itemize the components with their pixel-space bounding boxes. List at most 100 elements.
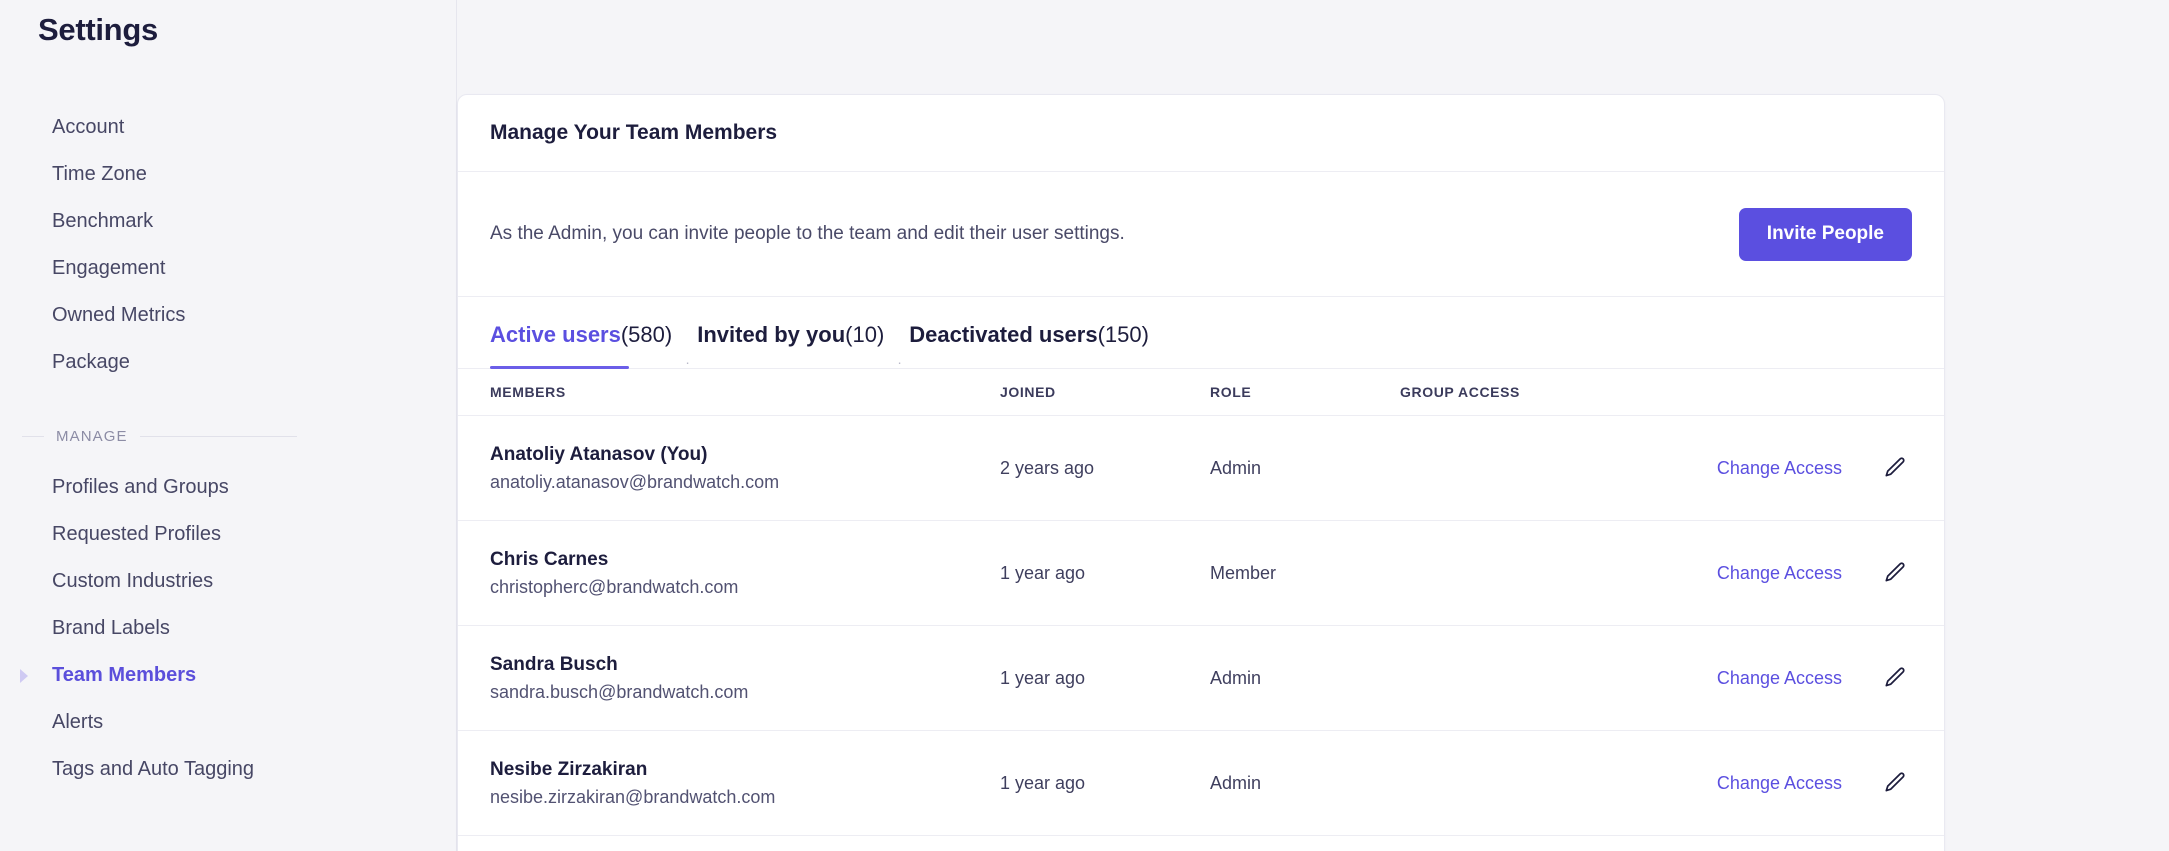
pencil-icon[interactable] bbox=[1878, 661, 1912, 695]
member-cell: Chris Carnes christopherc@brandwatch.com bbox=[490, 546, 1000, 600]
invite-people-button[interactable]: Invite People bbox=[1738, 207, 1912, 261]
joined-cell: 1 year ago bbox=[1000, 772, 1086, 793]
sidebar-section-label: MANAGE bbox=[56, 427, 128, 445]
role-cell: Member bbox=[1210, 562, 1277, 583]
tab-separator: · bbox=[685, 354, 690, 370]
change-access-link[interactable]: Change Access bbox=[1717, 668, 1842, 688]
section-rule-left bbox=[22, 435, 44, 437]
sidebar-item-team-members[interactable]: Team Members bbox=[0, 652, 457, 699]
change-access-link[interactable]: Change Access bbox=[1717, 773, 1842, 793]
tab-label: Invited by you bbox=[697, 322, 846, 347]
table-row: Nesibe Zirzakiran nesibe.zirzakiran@bran… bbox=[458, 731, 1944, 836]
sidebar-item-label: Brand Labels bbox=[52, 617, 170, 639]
member-name: Chris Carnes bbox=[490, 549, 609, 571]
tab-count: (10) bbox=[845, 322, 885, 347]
sidebar-item-benchmark[interactable]: Benchmark bbox=[0, 198, 457, 245]
tab-label: Active users bbox=[490, 322, 621, 347]
role-cell: Admin bbox=[1210, 772, 1262, 793]
column-header-role: ROLE bbox=[1210, 384, 1252, 400]
team-members-card: Manage Your Team Members As the Admin, y… bbox=[457, 94, 1945, 851]
page-title: Settings bbox=[38, 12, 158, 47]
change-access-cell: Change Access bbox=[1662, 563, 1842, 584]
tab-count: (150) bbox=[1097, 322, 1149, 347]
member-email: nesibe.zirzakiran@brandwatch.com bbox=[490, 786, 776, 807]
sidebar-item-owned-metrics[interactable]: Owned Metrics bbox=[0, 292, 457, 339]
sidebar-item-label: Tags and Auto Tagging bbox=[52, 758, 255, 780]
sidebar-item-profiles-and-groups[interactable]: Profiles and Groups bbox=[0, 464, 457, 511]
change-access-cell: Change Access bbox=[1662, 668, 1842, 689]
sidebar-section-manage: MANAGE bbox=[0, 412, 457, 460]
member-name: Anatoliy Atanasov (You) bbox=[490, 444, 708, 466]
intro-description: As the Admin, you can invite people to t… bbox=[490, 223, 1125, 244]
member-email: sandra.busch@brandwatch.com bbox=[490, 681, 749, 702]
sidebar-item-alerts[interactable]: Alerts bbox=[0, 699, 457, 746]
card-intro-row: As the Admin, you can invite people to t… bbox=[458, 172, 1944, 297]
pencil-icon[interactable] bbox=[1878, 451, 1912, 485]
settings-page: Settings Account Time Zone Benchmark Eng… bbox=[0, 0, 2169, 851]
sidebar-item-label: Owned Metrics bbox=[52, 304, 186, 326]
column-header-members: MEMBERS bbox=[490, 384, 566, 400]
joined-cell: 1 year ago bbox=[1000, 562, 1086, 583]
table-row: Chris Carnes christopherc@brandwatch.com… bbox=[458, 521, 1944, 626]
active-marker-icon bbox=[20, 668, 28, 683]
main-content: Manage Your Team Members As the Admin, y… bbox=[457, 0, 2169, 851]
pencil-icon[interactable] bbox=[1878, 556, 1912, 590]
role-cell: Admin bbox=[1210, 667, 1262, 688]
sidebar-item-label: Engagement bbox=[52, 257, 166, 279]
sidebar-item-engagement[interactable]: Engagement bbox=[0, 245, 457, 292]
members-table: MEMBERS JOINED ROLE GROUP ACCESS Anatoli… bbox=[458, 369, 1944, 836]
edit-cell bbox=[1842, 661, 1912, 696]
sidebar-item-custom-industries[interactable]: Custom Industries bbox=[0, 558, 457, 605]
member-email: anatoliy.atanasov@brandwatch.com bbox=[490, 471, 780, 492]
column-header-joined: JOINED bbox=[1000, 384, 1056, 400]
sidebar-item-brand-labels[interactable]: Brand Labels bbox=[0, 605, 457, 652]
member-cell: Nesibe Zirzakiran nesibe.zirzakiran@bran… bbox=[490, 756, 1000, 810]
sidebar-item-label: Profiles and Groups bbox=[52, 476, 229, 498]
change-access-cell: Change Access bbox=[1662, 773, 1842, 794]
card-header: Manage Your Team Members bbox=[458, 95, 1944, 172]
user-tabs: Active users (580) · Invited by you (10) ·… bbox=[458, 297, 1944, 369]
tab-deactivated-users[interactable]: Deactivated users (150) bbox=[909, 322, 1149, 368]
role-cell: Admin bbox=[1210, 457, 1262, 478]
section-rule-right bbox=[139, 435, 297, 437]
sidebar-item-package[interactable]: Package bbox=[0, 339, 457, 386]
tab-invited-by-you[interactable]: Invited by you (10) bbox=[697, 322, 884, 368]
sidebar-item-label: Alerts bbox=[52, 711, 104, 733]
sidebar-nav: Account Time Zone Benchmark Engagement O… bbox=[0, 104, 457, 793]
sidebar-item-time-zone[interactable]: Time Zone bbox=[0, 151, 457, 198]
sidebar-item-label: Benchmark bbox=[52, 210, 154, 232]
table-header-row: MEMBERS JOINED ROLE GROUP ACCESS bbox=[458, 369, 1944, 416]
change-access-link[interactable]: Change Access bbox=[1717, 563, 1842, 583]
sidebar-item-account[interactable]: Account bbox=[0, 104, 457, 151]
edit-cell bbox=[1842, 556, 1912, 591]
member-name: Nesibe Zirzakiran bbox=[490, 759, 648, 781]
member-name: Sandra Busch bbox=[490, 654, 618, 676]
joined-cell: 1 year ago bbox=[1000, 667, 1086, 688]
card-title: Manage Your Team Members bbox=[490, 121, 778, 144]
sidebar-item-requested-profiles[interactable]: Requested Profiles bbox=[0, 511, 457, 558]
edit-cell bbox=[1842, 451, 1912, 486]
column-header-group-access: GROUP ACCESS bbox=[1400, 384, 1520, 400]
table-row: Sandra Busch sandra.busch@brandwatch.com… bbox=[458, 626, 1944, 731]
tab-active-users[interactable]: Active users (580) bbox=[490, 322, 673, 369]
sidebar-item-label: Time Zone bbox=[52, 163, 147, 185]
sidebar-item-label: Requested Profiles bbox=[52, 523, 221, 545]
tab-label: Deactivated users bbox=[909, 322, 1098, 347]
tab-separator: · bbox=[897, 354, 902, 370]
sidebar-item-tags-and-auto-tagging[interactable]: Tags and Auto Tagging bbox=[0, 746, 457, 793]
edit-cell bbox=[1842, 766, 1912, 801]
member-cell: Sandra Busch sandra.busch@brandwatch.com bbox=[490, 651, 1000, 705]
change-access-link[interactable]: Change Access bbox=[1717, 458, 1842, 478]
sidebar: Settings Account Time Zone Benchmark Eng… bbox=[0, 0, 457, 851]
sidebar-item-label: Package bbox=[52, 351, 130, 373]
joined-cell: 2 years ago bbox=[1000, 457, 1095, 478]
pencil-icon[interactable] bbox=[1878, 766, 1912, 800]
member-cell: Anatoliy Atanasov (You) anatoliy.atanaso… bbox=[490, 441, 1000, 495]
sidebar-item-label: Team Members bbox=[52, 664, 197, 686]
sidebar-item-label: Account bbox=[52, 116, 125, 138]
table-row: Anatoliy Atanasov (You) anatoliy.atanaso… bbox=[458, 416, 1944, 521]
tab-count: (580) bbox=[620, 322, 673, 347]
sidebar-item-label: Custom Industries bbox=[52, 570, 214, 592]
change-access-cell: Change Access bbox=[1662, 458, 1842, 479]
member-email: christopherc@brandwatch.com bbox=[490, 576, 739, 597]
